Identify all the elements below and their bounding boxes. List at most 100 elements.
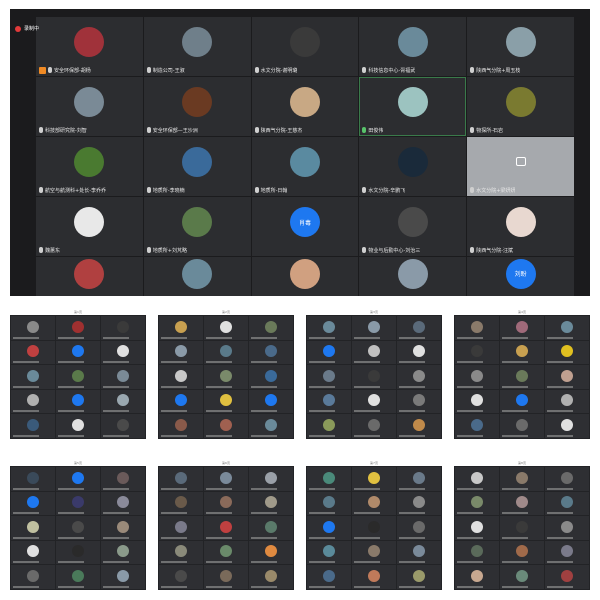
participant-tile[interactable]: 地质所+刘芃略 (143, 197, 251, 256)
mini-avatar (27, 570, 39, 582)
participant-tile[interactable]: 水文分院-辛鹏飞 (359, 137, 467, 196)
mini-tile (11, 340, 55, 365)
participant-tile[interactable]: 地质所-日翰 (251, 137, 359, 196)
participant-tile[interactable]: 刘盼 (467, 257, 574, 296)
participant-tile[interactable] (359, 257, 467, 296)
thumbnail[interactable]: 第6页 (158, 460, 294, 590)
thumbnail[interactable]: 第7页 (306, 460, 442, 590)
mini-name-bar (206, 536, 233, 539)
participant-name: 陕西气分院-汪斌 (470, 246, 513, 254)
mini-avatar (516, 369, 528, 382)
mini-avatar (175, 345, 187, 358)
participant-tile[interactable]: 田俊伟 (359, 77, 467, 136)
mini-tile (101, 491, 145, 516)
mini-avatar (561, 345, 573, 358)
participant-tile[interactable]: 安全环保部—王沙洲 (143, 77, 251, 136)
mini-tile (397, 340, 441, 365)
participant-tile[interactable]: 肖毒 (251, 197, 359, 256)
mini-avatar (175, 496, 187, 509)
participant-tile[interactable] (143, 257, 251, 296)
mini-name-bar (309, 435, 336, 437)
thumbnail-gallery: 第1页 第2页 第3页 第4页第5页 第6页 第7页 第8页 (10, 309, 590, 592)
participant-tile[interactable]: 魏蕙东 (36, 197, 143, 256)
mini-tile (500, 565, 544, 589)
participant-tile[interactable]: 水文分院-谢明璐 (251, 17, 359, 76)
mini-name-bar (13, 435, 40, 437)
mini-tile (101, 467, 145, 491)
mini-avatar (471, 394, 483, 407)
participant-tile[interactable] (36, 257, 143, 296)
mini-tile (500, 540, 544, 565)
mini-tile (204, 414, 248, 438)
mini-name-bar (547, 385, 574, 388)
mini-avatar (516, 345, 528, 358)
mini-tile (545, 389, 589, 414)
mini-avatar (471, 520, 483, 533)
mini-avatar (117, 496, 129, 509)
thumbnail[interactable]: 第2页 (158, 309, 294, 439)
thumbnail-grid (454, 466, 590, 590)
participant-tile[interactable]: 科技信息中心-胥福武 (359, 17, 467, 76)
mini-name-bar (103, 512, 130, 515)
mini-tile (545, 491, 589, 516)
mini-name-bar (354, 586, 381, 588)
mini-tile (101, 340, 145, 365)
mini-avatar (220, 496, 232, 509)
mini-avatar (72, 471, 84, 484)
avatar (289, 87, 320, 118)
mini-name-bar (354, 512, 381, 515)
participant-name: 科技部研究院-刘智 (39, 126, 87, 134)
participant-tile[interactable]: 制造公司-王淑 (143, 17, 251, 76)
mini-tile (101, 389, 145, 414)
participant-tile[interactable]: 物探所-石岩 (467, 77, 574, 136)
participant-tile[interactable]: 陕西气分院-汪斌 (467, 197, 574, 256)
participant-name-text: 地质所-日翰 (260, 187, 288, 194)
participant-tile[interactable]: 地质所-李晓楠 (143, 137, 251, 196)
mini-tile (352, 316, 396, 340)
mini-name-bar (58, 586, 85, 588)
mini-avatar (265, 496, 277, 509)
mini-name-bar (354, 561, 381, 564)
mini-tile (11, 565, 55, 589)
thumbnail[interactable]: 第1页 (10, 309, 146, 439)
participant-tile[interactable] (251, 257, 359, 296)
mini-name-bar (103, 536, 130, 539)
participant-tile[interactable]: 陕西气分院+周玉枝 (467, 17, 574, 76)
mini-name-bar (13, 361, 40, 364)
participant-tile[interactable]: 科技部研究院-刘智 (36, 77, 143, 136)
mini-avatar (561, 419, 573, 431)
mini-name-bar (206, 487, 233, 490)
mini-name-bar (13, 561, 40, 564)
participant-tile[interactable]: 物业与后勤中心-刘治三 (359, 197, 467, 256)
record-dot-icon (15, 25, 21, 32)
participant-tile[interactable]: 陕西气分院-王慈杰 (251, 77, 359, 136)
mini-name-bar (547, 536, 574, 539)
participant-name-text: 地质所-李晓楠 (152, 187, 185, 194)
mini-name-bar (13, 536, 40, 539)
mini-tile (101, 540, 145, 565)
participant-tile[interactable]: 水文分院+梁妍妍 (467, 137, 574, 196)
thumbnail[interactable]: 第8页 (454, 460, 590, 590)
mini-avatar (323, 320, 335, 333)
mini-name-bar (309, 487, 336, 490)
mini-name-bar (13, 487, 40, 490)
mini-tile (11, 467, 55, 491)
participant-name-text: 水文分院-谢明璐 (260, 67, 298, 74)
mini-tile (204, 389, 248, 414)
thumbnail[interactable]: 第5页 (10, 460, 146, 590)
participant-tile[interactable]: 安全环保部-胡杨 (36, 17, 143, 76)
participant-name: 水文分院-辛鹏飞 (362, 186, 405, 194)
mini-avatar (117, 419, 129, 431)
mini-avatar (27, 345, 39, 358)
avatar (505, 87, 536, 118)
thumbnail[interactable]: 第4页 (454, 309, 590, 439)
mini-tile (249, 565, 293, 589)
mini-avatar (117, 570, 129, 582)
mini-avatar (117, 520, 129, 533)
mini-name-bar (58, 536, 85, 539)
mini-name-bar (103, 586, 130, 588)
participant-tile[interactable]: 航空与航测科+处长-李乔乔 (36, 137, 143, 196)
mini-name-bar (399, 487, 426, 490)
thumbnail[interactable]: 第3页 (306, 309, 442, 439)
mini-name-bar (13, 410, 40, 413)
